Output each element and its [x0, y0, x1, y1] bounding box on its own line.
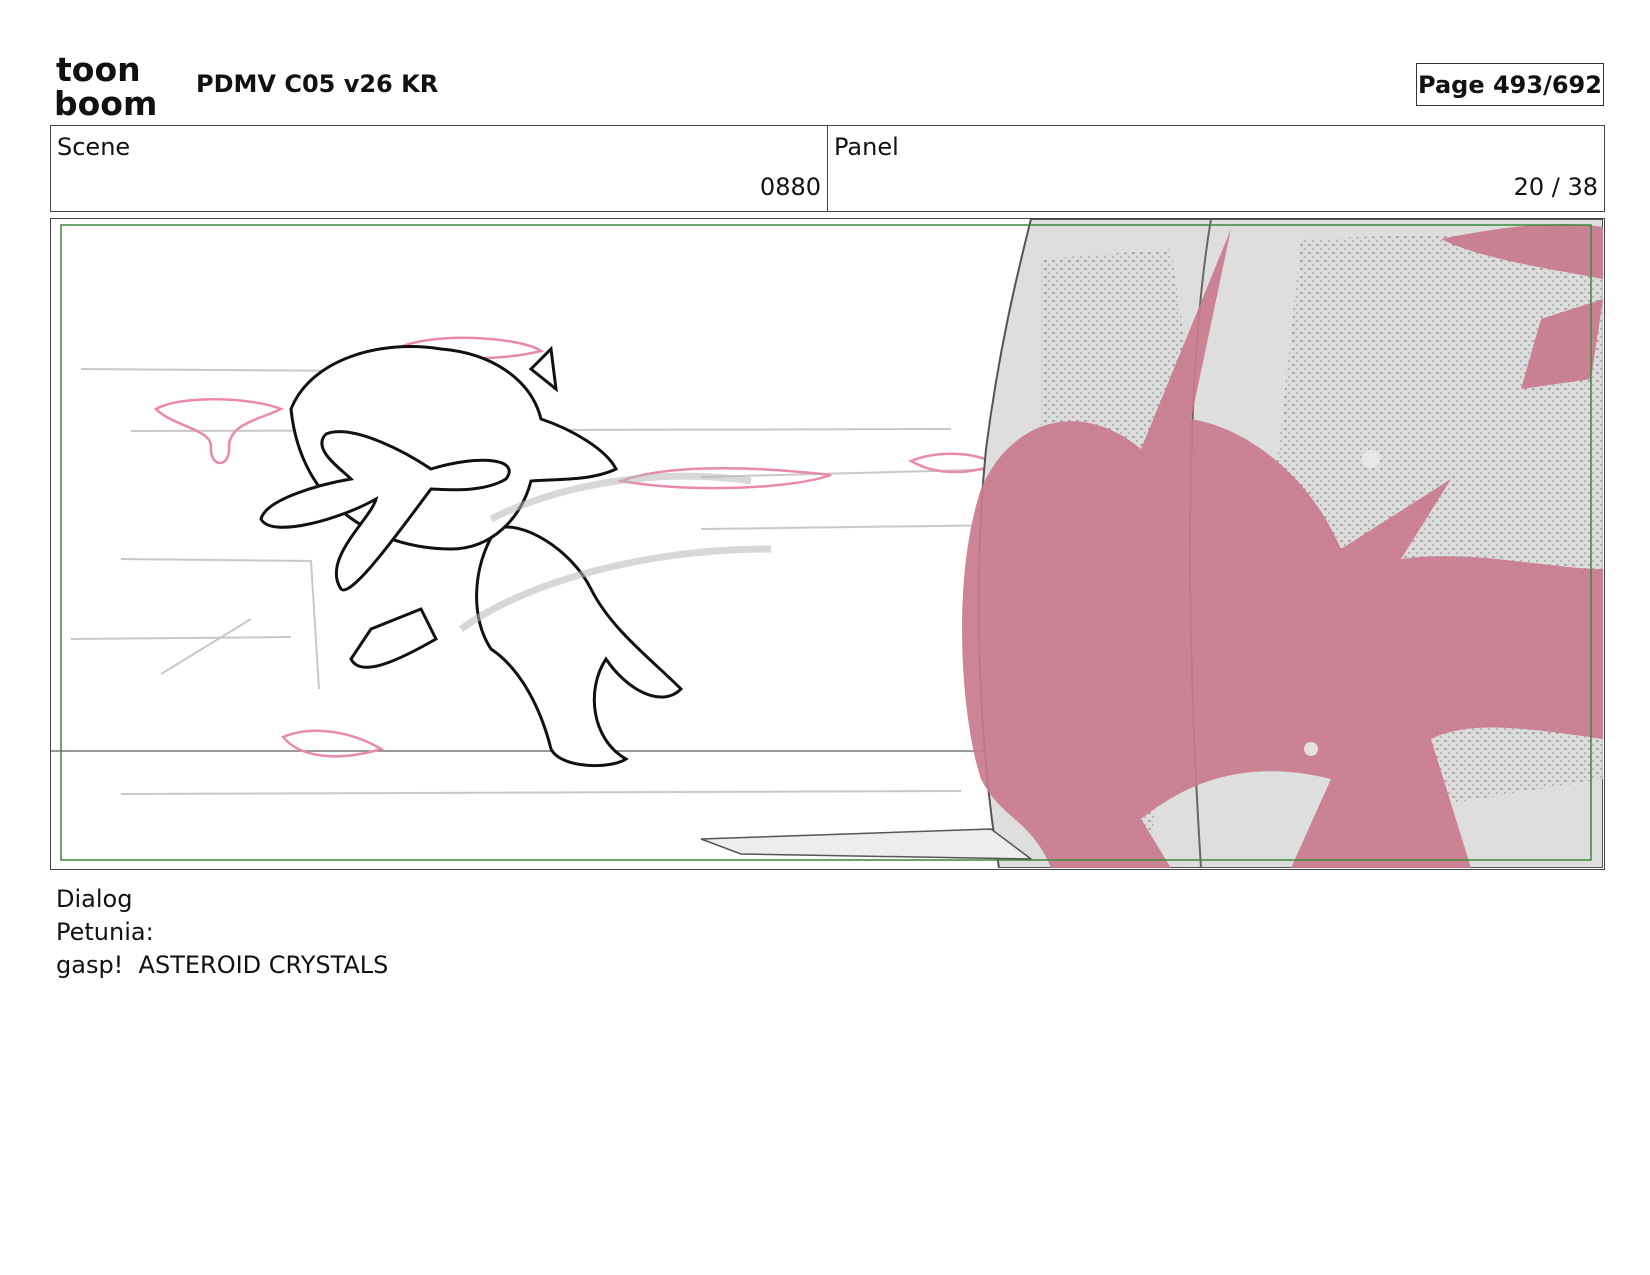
toon-boom-logo: toon boom: [54, 50, 170, 123]
dialog-speaker: Petunia:: [56, 918, 154, 946]
logo-bottom-text: boom: [54, 84, 157, 118]
scene-cell: Scene 0880: [51, 126, 827, 211]
panel-label: Panel: [834, 133, 899, 161]
info-bar: Scene 0880 Panel 20 / 38: [50, 125, 1605, 212]
dialog-label: Dialog: [56, 885, 133, 913]
scene-label: Scene: [57, 133, 131, 161]
page-indicator: Page 493/692: [1416, 63, 1604, 106]
panel-number: 20 / 38: [1513, 173, 1598, 201]
dialog-section: Dialog Petunia: gasp! ASTEROID CRYSTALS: [56, 883, 388, 982]
panel-cell: Panel 20 / 38: [827, 126, 1604, 211]
scene-number: 0880: [759, 173, 821, 201]
toon-boom-logo-icon: toon boom: [54, 50, 157, 123]
document-title: PDMV C05 v26 KR: [196, 70, 439, 98]
rubble: [700, 828, 1034, 860]
dialog-line: gasp! ASTEROID CRYSTALS: [56, 951, 389, 979]
storyboard-panel: [50, 218, 1605, 870]
panel-sketch-image: [51, 219, 1603, 868]
petunia-character: [259, 345, 684, 768]
